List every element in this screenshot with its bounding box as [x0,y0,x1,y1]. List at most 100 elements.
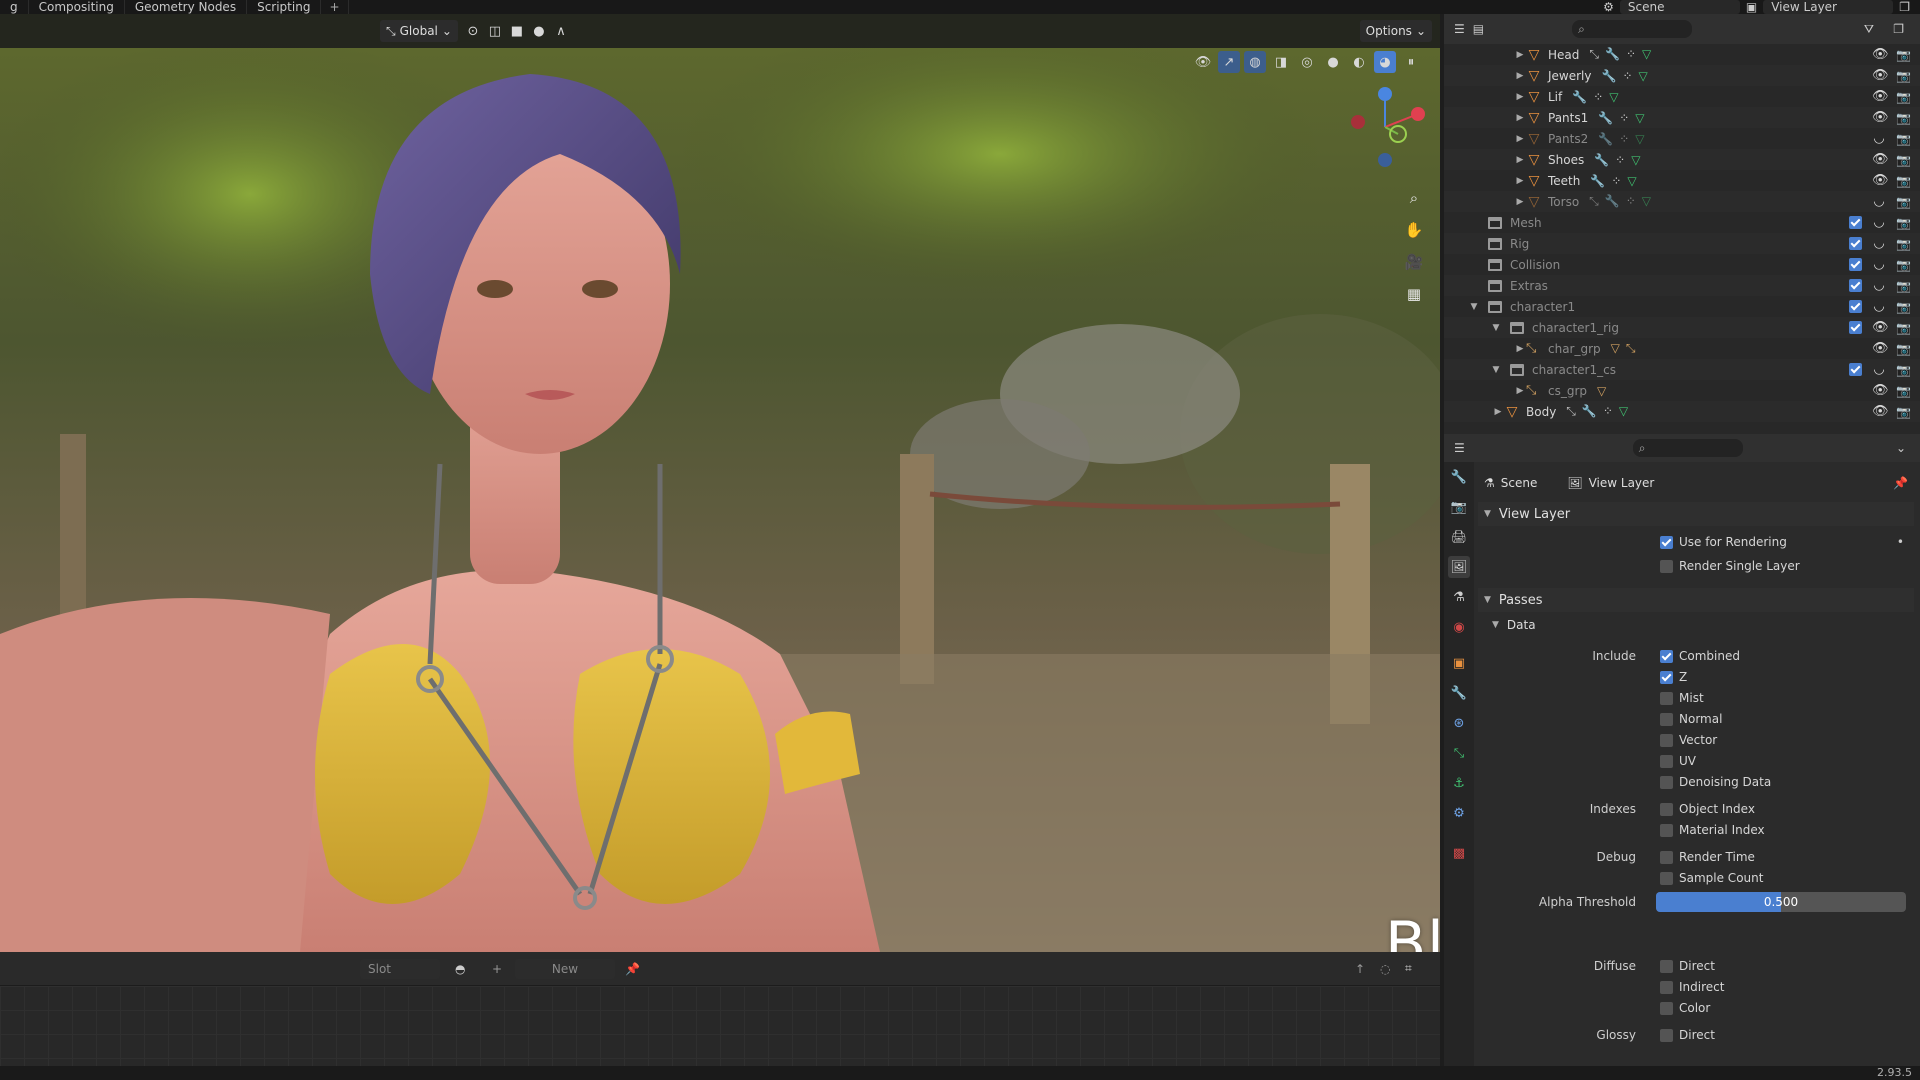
xray-icon[interactable]: ◨ [1270,51,1292,73]
camera-icon[interactable]: 📷 [1896,132,1911,146]
outliner-row-torso[interactable]: ▶ ▽ Torso ⤡ 🔧 ⁘ ▽ ◡ 📷 [1444,191,1920,212]
outliner-row-character1[interactable]: ▼ character1 ◡ 📷 [1444,296,1920,317]
outliner-row-mesh[interactable]: Mesh ◡ 📷 [1444,212,1920,233]
disclosure-triangle-icon[interactable]: ▶ [1514,71,1526,81]
zoom-icon[interactable]: ⌕ [1400,184,1428,212]
snap-node-icon[interactable]: ◌ [1380,962,1390,976]
workspace-tab-compositing[interactable]: Compositing [29,0,125,14]
camera-icon[interactable]: 📷 [1896,384,1911,398]
include-checkbox[interactable] [1849,321,1862,334]
camera-icon[interactable]: 📷 [1896,69,1911,83]
shader-editor[interactable]: Slot ◓ + New 📌 ↑ ◌ ⌗ [0,952,1440,1066]
modifier-tab-icon[interactable]: 🔧 [1448,682,1470,704]
workspace-tab-partial[interactable]: g [0,0,29,14]
outliner-row-teeth[interactable]: ▶ ▽ Teeth 🔧 ⁘ ▽ 👁 📷 [1444,170,1920,191]
particles-tab-icon[interactable]: ⊛ [1448,712,1470,734]
include-checkbox[interactable] [1849,216,1862,229]
filter-icon[interactable]: ⛛ [1864,22,1874,37]
include-checkbox[interactable] [1849,237,1862,250]
diffuse-direct-checkbox[interactable]: Direct [1660,959,1715,973]
scene-field[interactable]: Scene [1619,0,1740,14]
camera-icon[interactable]: 📷 [1896,363,1911,377]
include-checkbox[interactable] [1849,258,1862,271]
camera-icon[interactable]: 📷 [1896,321,1911,335]
material-index-checkbox[interactable]: Material Index [1660,823,1765,837]
glossy-direct-checkbox[interactable]: Direct [1660,1028,1715,1042]
camera-icon[interactable]: 📷 [1896,195,1911,209]
pan-hand-icon[interactable]: ✋ [1400,216,1428,244]
camera-icon[interactable]: 📷 [1896,258,1911,272]
disclosure-triangle-icon[interactable]: ▶ [1514,197,1526,207]
disclosure-triangle-icon[interactable]: ▶ [1514,155,1526,165]
disclosure-triangle-icon[interactable]: ▶ [1514,92,1526,102]
outliner-row-char-grp[interactable]: ▶ ⤡ char_grp ▽ ⤡ 👁 📷 [1444,338,1920,359]
camera-icon[interactable]: 📷 [1896,48,1911,62]
view-layer-panel-header[interactable]: ▼ View Layer [1478,502,1914,526]
camera-icon[interactable]: 📷 [1896,300,1911,314]
outliner[interactable]: ☰ ▤ ⌕ ⛛ ❐ ▶ ▽ Head ⤡ 🔧 ⁘ ▽ 👁 📷 ▶ ▽ Jewerly 🔧… [1444,14,1920,434]
disclosure-triangle-icon[interactable]: ▶ [1514,113,1526,123]
transform-orientation-dropdown[interactable]: ⤡ Global ⌄ [380,20,458,42]
render-time-checkbox[interactable]: Render Time [1660,850,1755,864]
disclosure-triangle-icon[interactable]: ▶ [1492,407,1504,417]
normal-checkbox[interactable]: Normal [1660,712,1722,726]
eye-closed-icon[interactable]: ◡ [1872,215,1886,230]
outliner-row-cs-grp[interactable]: ▶ ⤡ cs_grp ▽ 👁 📷 [1444,380,1920,401]
outliner-row-body[interactable]: ▶ ▽ Body ⤡ 🔧 ⁘ ▽ 👁 📷 [1444,401,1920,422]
eye-icon[interactable]: 👁 [1872,47,1889,62]
eye-closed-icon[interactable]: ◡ [1872,194,1886,209]
data-tab-icon[interactable]: ⚙ [1448,802,1470,824]
camera-icon[interactable]: 📷 [1896,237,1911,251]
copy-icon[interactable]: ❐ [1899,0,1910,14]
properties-editor[interactable]: ☰ ⌕ ⌄ 🔧 📷 🖨 🖼 ⚗ ◉ ▣ 🔧 ⊛ ⤡ ⚓ ⚙ ▩ ⚗ Scene 🖼… [1444,434,1920,1066]
eye-icon[interactable]: 👁 [1872,341,1889,356]
options-chevron-icon[interactable]: ⌄ [1896,441,1906,455]
workspace-tab-scripting[interactable]: Scripting [247,0,322,14]
eye-icon[interactable]: 👁 [1872,404,1889,419]
solid-shading-icon[interactable]: ● [1322,51,1344,73]
disclosure-triangle-open-icon[interactable]: ▼ [1490,365,1502,375]
3d-viewport[interactable]: ⤡ Global ⌄ ⊙ ◫ ■ ● ∧ Options ⌄ 👁 ↗ ◍ ◨ ◎… [0,14,1440,952]
perspective-grid-icon[interactable]: ▦ [1400,280,1428,308]
uv-checkbox[interactable]: UV [1660,754,1696,768]
animate-dot-icon[interactable]: • [1897,535,1904,549]
camera-view-icon[interactable]: 🎥 [1400,248,1428,276]
combined-checkbox[interactable]: Combined [1660,649,1740,663]
mist-checkbox[interactable]: Mist [1660,691,1704,705]
snap-target-icon[interactable]: ■ [506,20,528,42]
camera-icon[interactable]: 📷 [1896,90,1911,104]
use-for-rendering-checkbox[interactable]: Use for Rendering [1660,535,1787,549]
options-dropdown[interactable]: Options ⌄ [1359,20,1432,42]
outliner-row-lif[interactable]: ▶ ▽ Lif 🔧 ⁘ ▽ 👁 📷 [1444,86,1920,107]
eye-icon[interactable]: 👁 [1872,152,1889,167]
diffuse-indirect-checkbox[interactable]: Indirect [1660,980,1724,994]
disclosure-triangle-open-icon[interactable]: ▼ [1490,323,1502,333]
outliner-row-pants2[interactable]: ▶ ▽ Pants2 🔧 ⁘ ▽ ◡ 📷 [1444,128,1920,149]
object-tab-icon[interactable]: ▣ [1448,652,1470,674]
slot-dropdown[interactable]: Slot [360,958,440,979]
eye-closed-icon[interactable]: ◡ [1872,257,1886,272]
scene-tab-icon[interactable]: ⚗ [1448,586,1470,608]
display-mode-icon[interactable]: ▤ [1473,22,1484,36]
data-subpanel-header[interactable]: ▼ Data [1492,614,1536,636]
disclosure-triangle-icon[interactable]: ▶ [1514,50,1526,60]
world-tab-icon[interactable]: ◉ [1448,616,1470,638]
eye-closed-icon[interactable]: ◡ [1872,236,1886,251]
camera-icon[interactable]: 📷 [1896,111,1911,125]
gizmo-icon[interactable]: ↗ [1218,51,1240,73]
outliner-search-input[interactable]: ⌕ [1572,20,1693,38]
rendered-shading-icon[interactable]: ◕ [1374,51,1396,73]
material-tab-icon[interactable]: ▩ [1448,842,1470,864]
disclosure-triangle-icon[interactable]: ▶ [1514,344,1526,354]
camera-icon[interactable]: 📷 [1896,405,1911,419]
outliner-row-character1-rig[interactable]: ▼ character1_rig 👁 📷 [1444,317,1920,338]
eye-closed-icon[interactable]: ◡ [1872,362,1886,377]
eye-icon[interactable]: 👁 [1872,110,1889,125]
disclosure-triangle-open-icon[interactable]: ▼ [1468,302,1480,312]
outliner-row-rig[interactable]: Rig ◡ 📷 [1444,233,1920,254]
physics-tab-icon[interactable]: ⤡ [1448,742,1470,764]
add-workspace-button[interactable]: + [321,0,349,14]
visibility-icon[interactable]: 👁 [1192,51,1214,73]
node-snap-mode-icon[interactable]: ⌗ [1405,961,1412,976]
disclosure-triangle-icon[interactable]: ▶ [1514,134,1526,144]
